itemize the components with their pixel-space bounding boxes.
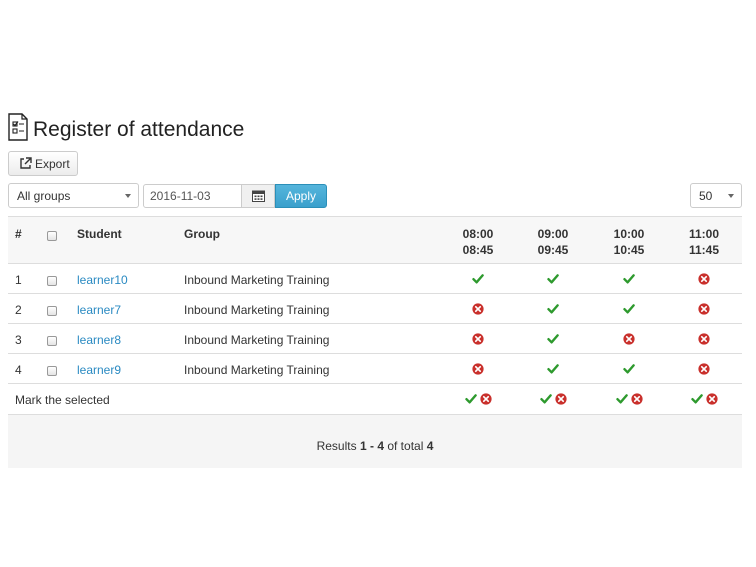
mark-slot-1 — [465, 392, 493, 405]
check-icon[interactable] — [547, 332, 559, 344]
mark-absent-button[interactable] — [480, 392, 492, 405]
row-number: 1 — [15, 273, 22, 287]
calendar-icon — [252, 190, 265, 202]
column-header-slot-4: 11:00 11:45 — [674, 226, 734, 258]
check-icon — [540, 394, 552, 404]
check-icon[interactable] — [547, 302, 559, 314]
cross-circle-icon — [706, 393, 718, 405]
cross-circle-icon[interactable] — [698, 272, 710, 285]
column-header-slot-2: 09:00 09:45 — [523, 226, 583, 258]
mark-present-button[interactable] — [691, 392, 703, 404]
cross-circle-icon[interactable] — [698, 332, 710, 345]
results-prefix: Results — [316, 439, 357, 453]
group-name: Inbound Marketing Training — [184, 333, 330, 347]
row-number: 4 — [15, 363, 22, 377]
check-icon[interactable] — [547, 362, 559, 374]
cross-circle-icon[interactable] — [472, 332, 484, 345]
attendance-sheet-icon — [8, 113, 28, 141]
results-to: 4 — [377, 439, 384, 453]
row-number: 3 — [15, 333, 22, 347]
slot-end: 09:45 — [537, 243, 569, 257]
slot-start: 08:00 — [462, 227, 494, 241]
check-icon — [465, 394, 477, 404]
cross-circle-icon[interactable] — [698, 302, 710, 315]
chevron-down-icon — [125, 194, 131, 198]
table-row: 3 learner8 Inbound Marketing Training — [8, 323, 742, 353]
cross-circle-icon[interactable] — [472, 362, 484, 375]
student-link[interactable]: learner9 — [77, 363, 121, 377]
column-header-group: Group — [184, 227, 220, 241]
row-number: 2 — [15, 303, 22, 317]
cross-circle-icon — [631, 393, 643, 405]
slot-start: 11:00 — [688, 227, 720, 241]
date-input[interactable] — [143, 184, 242, 208]
mark-slot-3 — [616, 392, 644, 405]
per-page-select[interactable]: 50 — [690, 183, 742, 208]
row-checkbox[interactable] — [47, 366, 57, 376]
cross-circle-icon[interactable] — [623, 332, 635, 345]
calendar-button[interactable] — [241, 184, 275, 208]
results-from: 1 — [359, 439, 367, 453]
export-button-label: Export — [35, 157, 70, 171]
table-row: 1 learner10 Inbound Marketing Training — [8, 263, 742, 293]
slot-end: 11:45 — [688, 243, 720, 257]
group-select-value: All groups — [17, 189, 71, 203]
slot-end: 08:45 — [462, 243, 494, 257]
check-icon[interactable] — [547, 272, 559, 284]
column-header-slot-3: 10:00 10:45 — [599, 226, 659, 258]
column-header-number: # — [15, 227, 22, 241]
per-page-value: 50 — [699, 189, 713, 203]
slot-end: 10:45 — [613, 243, 645, 257]
slot-start: 10:00 — [613, 227, 645, 241]
mark-selected-label: Mark the selected — [15, 393, 110, 407]
column-header-student: Student — [77, 227, 122, 241]
mark-present-button[interactable] — [465, 392, 477, 404]
chevron-down-icon — [728, 194, 734, 198]
student-link[interactable]: learner7 — [77, 303, 121, 317]
table-row: 2 learner7 Inbound Marketing Training — [8, 293, 742, 323]
check-icon[interactable] — [623, 272, 635, 284]
results-summary: Results 1 - 4 of total 4 — [8, 414, 742, 468]
mark-present-button[interactable] — [616, 392, 628, 404]
check-icon — [616, 394, 628, 404]
check-icon[interactable] — [472, 272, 484, 284]
export-button[interactable]: Export — [8, 151, 78, 176]
mark-present-button[interactable] — [540, 392, 552, 404]
select-all-checkbox[interactable] — [47, 231, 57, 241]
check-icon — [691, 394, 703, 404]
cross-circle-icon[interactable] — [698, 362, 710, 375]
table-row: 4 learner9 Inbound Marketing Training — [8, 353, 742, 383]
mark-absent-button[interactable] — [555, 392, 567, 405]
group-name: Inbound Marketing Training — [184, 363, 330, 377]
slot-start: 09:00 — [537, 227, 569, 241]
mark-absent-button[interactable] — [706, 392, 718, 405]
cross-circle-icon — [555, 393, 567, 405]
row-checkbox[interactable] — [47, 306, 57, 316]
cross-circle-icon — [480, 393, 492, 405]
mark-slot-2 — [540, 392, 568, 405]
results-total: 4 — [426, 439, 434, 453]
results-middle: of total — [387, 439, 424, 453]
apply-button[interactable]: Apply — [275, 184, 327, 208]
row-checkbox[interactable] — [47, 336, 57, 346]
page-title: Register of attendance — [33, 118, 245, 141]
mark-selected-row: Mark the selected — [8, 383, 742, 413]
cross-circle-icon[interactable] — [472, 302, 484, 315]
table-header-row: # Student Group 08:00 08:45 09:00 09:45 … — [8, 216, 742, 263]
check-icon[interactable] — [623, 302, 635, 314]
student-link[interactable]: learner8 — [77, 333, 121, 347]
mark-absent-button[interactable] — [631, 392, 643, 405]
mark-slot-4 — [691, 392, 719, 405]
group-name: Inbound Marketing Training — [184, 273, 330, 287]
student-link[interactable]: learner10 — [77, 273, 128, 287]
column-header-slot-1: 08:00 08:45 — [448, 226, 508, 258]
row-checkbox[interactable] — [47, 276, 57, 286]
check-icon[interactable] — [623, 362, 635, 374]
group-name: Inbound Marketing Training — [184, 303, 330, 317]
export-icon — [20, 157, 32, 169]
results-separator: - — [369, 439, 374, 453]
group-select[interactable]: All groups — [8, 183, 139, 208]
